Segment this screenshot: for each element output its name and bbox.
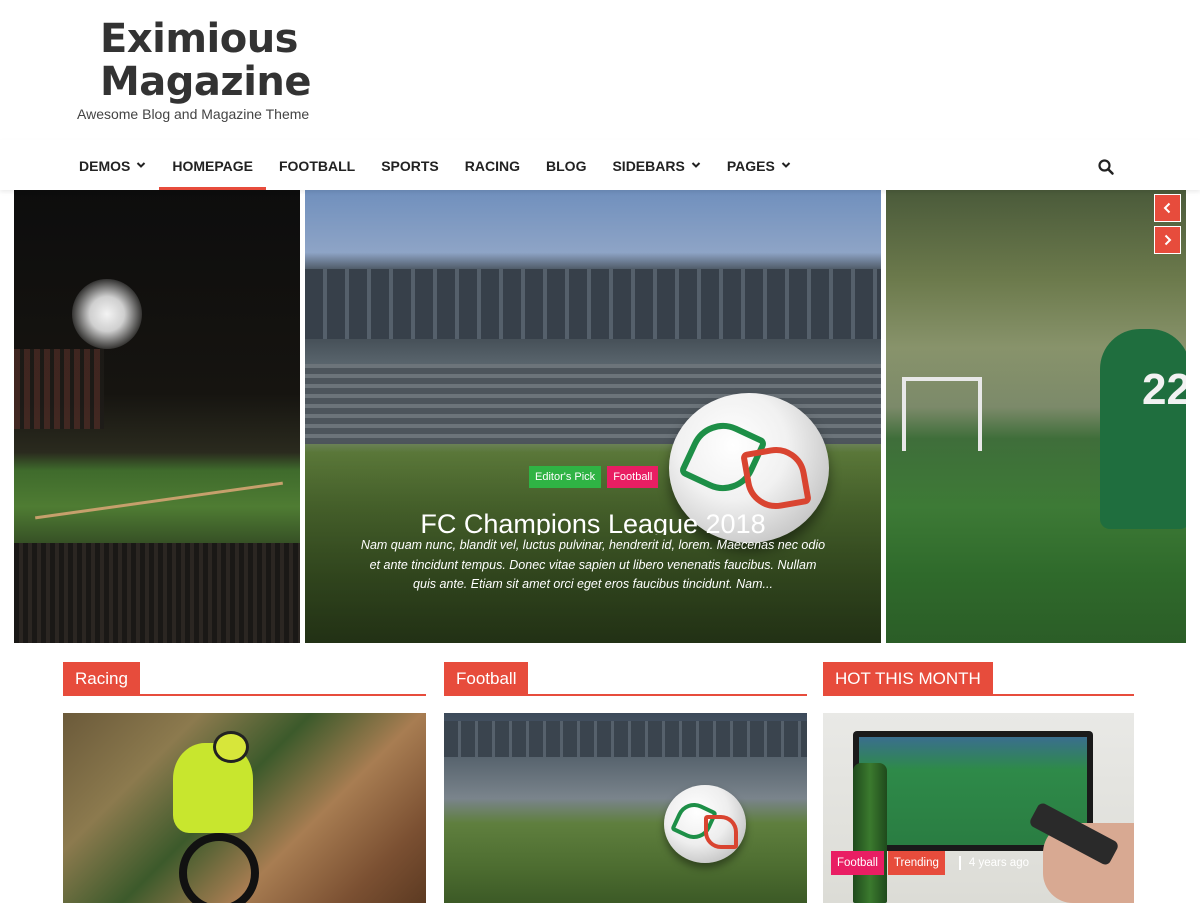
nav-item-demos[interactable]: DEMOS	[66, 140, 159, 188]
goal-image-detail	[902, 377, 982, 451]
nav-item-label: FOOTBALL	[278, 158, 356, 174]
slide-baseball-night[interactable]	[14, 189, 300, 643]
hot-post-card[interactable]: Football Trending 4 years ago	[823, 713, 1134, 903]
slider-prev-button[interactable]	[1154, 194, 1181, 222]
section-title-hot-this-month: HOT THIS MONTH	[823, 662, 993, 694]
slide-featured[interactable]: Editor's Pick Football FC Champions Leag…	[305, 189, 881, 643]
nav-item-pages[interactable]: PAGES	[714, 140, 804, 188]
nav-item-label: SPORTS	[381, 158, 439, 174]
nav-menu: DEMOS HOMEPAGE FOOTBALL SPORTS RACING BL…	[66, 140, 804, 190]
wheel-image-detail	[179, 833, 259, 903]
nav-item-label: PAGES	[726, 158, 775, 174]
scoreboard-image-detail	[14, 349, 104, 429]
chevron-down-icon	[691, 162, 701, 168]
post-date: 4 years ago	[958, 856, 1029, 870]
chevron-down-icon	[137, 162, 146, 168]
tag-editors-pick[interactable]: Editor's Pick	[529, 466, 602, 488]
field-image-detail	[35, 481, 283, 520]
nav-item-label: SIDEBARS	[612, 158, 685, 174]
slider-next-button[interactable]	[1154, 226, 1181, 254]
section-header-racing: Racing	[63, 662, 426, 696]
crowd-image-detail	[14, 543, 300, 643]
chevron-down-icon	[781, 162, 791, 168]
site-tagline: Awesome Blog and Magazine Theme	[77, 106, 310, 122]
soccer-ball-image	[664, 785, 746, 863]
racing-post-card[interactable]	[63, 713, 426, 903]
tag-football[interactable]: Football	[831, 851, 884, 875]
section-header-football: Football	[444, 662, 807, 696]
nav-item-label: RACING	[464, 158, 521, 174]
post-meta: Football Trending 4 years ago	[831, 851, 1029, 875]
bottle-image-detail	[853, 763, 887, 903]
football-post-card[interactable]	[444, 713, 807, 903]
slide-excerpt: Nam quam nunc, blandit vel, luctus pulvi…	[360, 538, 826, 591]
nav-item-sidebars[interactable]: SIDEBARS	[599, 140, 713, 188]
chevron-right-icon	[1164, 234, 1172, 246]
tag-football[interactable]: Football	[607, 466, 659, 488]
helmet-image-detail	[213, 731, 249, 763]
slide-tags: Editor's Pick Football	[529, 466, 659, 488]
site-header: Eximious Magazine Awesome Blog and Magaz…	[0, 0, 1200, 140]
chevron-left-icon	[1163, 202, 1171, 214]
main-navigation: DEMOS HOMEPAGE FOOTBALL SPORTS RACING BL…	[0, 140, 1200, 190]
tag-trending[interactable]: Trending	[887, 851, 945, 875]
nav-item-racing[interactable]: RACING	[452, 140, 533, 188]
featured-slider: Editor's Pick Football FC Champions Leag…	[0, 189, 1200, 644]
nav-item-blog[interactable]: BLOG	[533, 140, 599, 188]
nav-item-label: DEMOS	[79, 158, 131, 174]
slide-soccer-players[interactable]: 22	[886, 189, 1186, 643]
nav-item-homepage[interactable]: HOMEPAGE	[159, 140, 266, 190]
nav-item-sports[interactable]: SPORTS	[368, 140, 452, 188]
slide-title[interactable]: FC Champions League 2018	[305, 505, 881, 535]
nav-item-label: BLOG	[546, 158, 587, 174]
search-icon[interactable]	[1097, 158, 1115, 176]
site-title[interactable]: Eximious Magazine	[100, 18, 312, 104]
nav-item-football[interactable]: FOOTBALL	[266, 140, 368, 188]
floodlight-image-detail	[72, 279, 142, 349]
player-image-detail	[1100, 329, 1186, 529]
stadium-roof-image-detail	[444, 721, 807, 757]
nav-item-label: HOMEPAGE	[172, 158, 253, 174]
section-header-hot-this-month: HOT THIS MONTH	[823, 662, 1134, 696]
jersey-number-image-detail: 22	[1142, 365, 1186, 414]
section-title-football[interactable]: Football	[444, 662, 529, 694]
section-title-racing[interactable]: Racing	[63, 662, 140, 694]
